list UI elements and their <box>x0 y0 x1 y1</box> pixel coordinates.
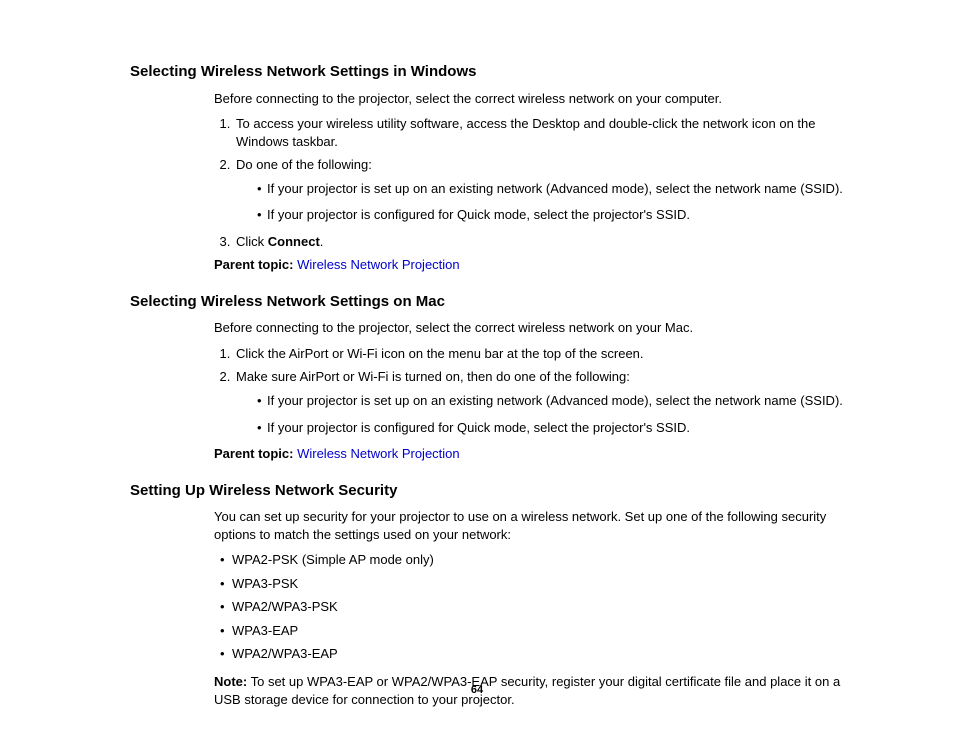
step-text-bold: Connect <box>268 234 320 249</box>
heading-mac: Selecting Wireless Network Settings on M… <box>130 292 850 312</box>
sub-bullet-item: If your projector is set up on an existi… <box>257 180 850 198</box>
bullet-item: WPA2/WPA3-EAP <box>214 645 850 663</box>
step-text-pre: Click <box>236 234 268 249</box>
parent-topic-link[interactable]: Wireless Network Projection <box>297 257 460 272</box>
parent-topic-label: Parent topic: <box>214 257 293 272</box>
parent-topic-line: Parent topic: Wireless Network Projectio… <box>214 445 850 463</box>
page-number: 64 <box>0 684 954 696</box>
security-bullets: WPA2-PSK (Simple AP mode only) WPA3-PSK … <box>214 551 850 663</box>
sub-bullets: If your projector is set up on an existi… <box>236 392 850 436</box>
sub-bullet-item: If your projector is set up on an existi… <box>257 392 850 410</box>
intro-text: You can set up security for your project… <box>214 508 850 543</box>
parent-topic-link[interactable]: Wireless Network Projection <box>297 446 460 461</box>
heading-windows: Selecting Wireless Network Settings in W… <box>130 62 850 82</box>
intro-text: Before connecting to the projector, sele… <box>214 319 850 337</box>
ordered-steps: Click the AirPort or Wi-Fi icon on the m… <box>214 345 850 436</box>
step-item: Click the AirPort or Wi-Fi icon on the m… <box>234 345 850 363</box>
bullet-item: WPA3-PSK <box>214 575 850 593</box>
bullet-item: WPA2/WPA3-PSK <box>214 598 850 616</box>
sub-bullets: If your projector is set up on an existi… <box>236 180 850 224</box>
parent-topic-line: Parent topic: Wireless Network Projectio… <box>214 256 850 274</box>
step-item: To access your wireless utility software… <box>234 115 850 150</box>
heading-security: Setting Up Wireless Network Security <box>130 481 850 501</box>
step-text: Do one of the following: <box>236 157 372 172</box>
section-mac-body: Before connecting to the projector, sele… <box>214 319 850 462</box>
section-security-body: You can set up security for your project… <box>214 508 850 708</box>
sub-bullet-item: If your projector is configured for Quic… <box>257 206 850 224</box>
bullet-item: WPA2-PSK (Simple AP mode only) <box>214 551 850 569</box>
document-page: Selecting Wireless Network Settings in W… <box>0 0 954 738</box>
bullet-item: WPA3-EAP <box>214 622 850 640</box>
step-item: Do one of the following: If your project… <box>234 156 850 224</box>
section-windows-body: Before connecting to the projector, sele… <box>214 90 850 274</box>
intro-text: Before connecting to the projector, sele… <box>214 90 850 108</box>
sub-bullet-item: If your projector is configured for Quic… <box>257 419 850 437</box>
step-text-post: . <box>320 234 324 249</box>
step-item: Click Connect. <box>234 233 850 251</box>
parent-topic-label: Parent topic: <box>214 446 293 461</box>
step-item: Make sure AirPort or Wi-Fi is turned on,… <box>234 368 850 436</box>
ordered-steps: To access your wireless utility software… <box>214 115 850 250</box>
step-text: Make sure AirPort or Wi-Fi is turned on,… <box>236 369 630 384</box>
